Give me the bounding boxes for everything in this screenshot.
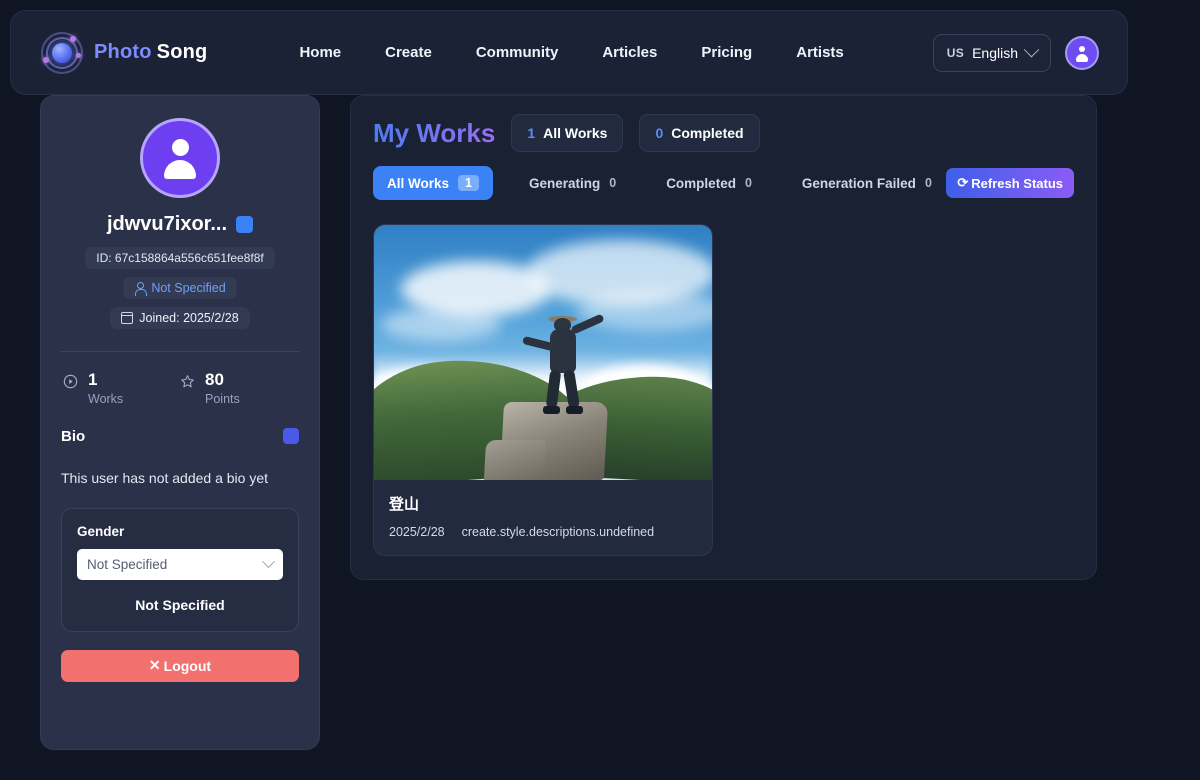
- filter-tab-completed-count: 0: [744, 176, 752, 190]
- brand-name-song: Song: [156, 41, 208, 63]
- close-icon: ✕: [148, 657, 161, 674]
- works-filter-tabs: All Works 1 Generating 0 Completed 0 Gen…: [373, 166, 1074, 200]
- work-card-body: 登山 2025/2/28 create.style.descriptions.u…: [374, 480, 712, 555]
- language-code: US: [946, 45, 965, 60]
- work-card-description: create.style.descriptions.undefined: [461, 525, 655, 539]
- brand-name: Photo Song: [94, 41, 207, 64]
- bio-text: This user has not added a bio yet: [61, 469, 269, 486]
- star-icon: [180, 374, 195, 394]
- stat-pill-all-works-label: All Works: [543, 125, 608, 141]
- my-works-panel: My Works 1 All Works 0 Completed All Wor…: [350, 95, 1097, 580]
- profile-stats: 1 Works 80 Points: [61, 352, 299, 426]
- stat-works: 1 Works: [63, 370, 180, 406]
- filter-tab-all-works[interactable]: All Works 1: [373, 166, 493, 200]
- logout-button[interactable]: ✕ Logout: [61, 649, 299, 682]
- bio-header: Bio: [61, 428, 299, 445]
- joined-chip: Joined: 2025/2/28: [110, 307, 250, 329]
- user-id-badge: ID: 67c158864a556c651fee8f8f: [85, 247, 275, 269]
- gender-select[interactable]: Not Specified: [77, 548, 283, 580]
- stat-pill-completed: 0 Completed: [639, 114, 760, 152]
- chevron-down-icon: [1023, 41, 1040, 58]
- filter-tab-generation-failed[interactable]: Generation Failed 0: [788, 166, 946, 200]
- nav-item-artists[interactable]: Artists: [796, 44, 844, 61]
- gender-select-value: Not Specified: [87, 556, 168, 572]
- nav-item-community[interactable]: Community: [476, 44, 559, 61]
- filter-tab-generation-failed-label: Generation Failed: [801, 175, 916, 191]
- stat-pill-completed-count: 0: [655, 125, 664, 141]
- stat-works-label: Works: [88, 391, 124, 406]
- stat-works-value: 1: [88, 370, 98, 389]
- brand-logo[interactable]: Photo Song: [41, 31, 207, 74]
- top-navigation-bar: Photo Song Home Create Community Articles…: [10, 10, 1128, 95]
- gender-card: Gender Not Specified Not Specified: [61, 507, 299, 632]
- work-card-title: 登山: [389, 496, 420, 513]
- filter-tab-generating-count: 0: [609, 176, 617, 190]
- user-avatar-icon: [160, 137, 200, 179]
- edit-icon[interactable]: [283, 428, 299, 445]
- chevron-down-icon: [262, 554, 275, 568]
- profile-sidebar: jdwvu7ixor... ID: 67c158864a556c651fee8f…: [40, 95, 320, 750]
- gender-label: Gender: [77, 523, 125, 539]
- language-label: English: [972, 44, 1018, 61]
- joined-chip-label: Joined: 2025/2/28: [139, 311, 239, 325]
- stat-points-value: 80: [205, 370, 224, 389]
- work-card-meta: 2025/2/28 create.style.descriptions.unde…: [389, 525, 697, 539]
- filter-tab-generating[interactable]: Generating 0: [515, 166, 630, 200]
- climber-figure: [522, 310, 605, 418]
- app-root: Photo Song Home Create Community Articles…: [0, 0, 1200, 780]
- nav-item-create[interactable]: Create: [385, 44, 432, 61]
- refresh-status-label: Refresh Status: [971, 175, 1063, 191]
- stat-points: 80 Points: [180, 370, 297, 406]
- works-header: My Works 1 All Works 0 Completed: [373, 114, 1074, 152]
- profile-avatar[interactable]: [140, 118, 220, 198]
- refresh-icon: ⟳: [957, 175, 969, 190]
- mountain-summit-photo: [374, 225, 712, 480]
- filter-tab-completed[interactable]: Completed 0: [652, 166, 766, 200]
- filter-tab-completed-label: Completed: [666, 175, 736, 191]
- user-avatar-icon: [1074, 45, 1090, 62]
- page-title: My Works: [373, 117, 496, 148]
- refresh-status-button[interactable]: ⟳ Refresh Status: [946, 168, 1074, 198]
- username: jdwvu7ixor...: [106, 213, 228, 235]
- logout-button-label: Logout: [163, 657, 212, 674]
- filter-tab-generation-failed-count: 0: [924, 176, 932, 190]
- stat-pill-completed-label: Completed: [671, 125, 744, 141]
- edit-icon[interactable]: [236, 216, 254, 233]
- gender-current-value: Not Specified: [135, 596, 225, 613]
- gender-chip-label: Not Specified: [151, 281, 226, 295]
- filter-tab-all-works-label: All Works: [387, 175, 450, 191]
- calendar-icon: [121, 312, 134, 324]
- header-actions: US English: [932, 33, 1099, 72]
- work-card[interactable]: 登山 2025/2/28 create.style.descriptions.u…: [373, 224, 713, 556]
- bio-title: Bio: [61, 427, 86, 445]
- header-avatar-button[interactable]: [1065, 35, 1099, 70]
- stat-pill-all-works-count: 1: [527, 125, 536, 141]
- stat-pill-all-works: 1 All Works: [511, 114, 624, 152]
- orbit-logo-icon: [41, 31, 83, 74]
- filter-tab-all-works-count: 1: [458, 175, 479, 191]
- gender-chip[interactable]: Not Specified: [123, 277, 237, 299]
- username-row: jdwvu7ixor...: [61, 213, 299, 236]
- nav-item-articles[interactable]: Articles: [602, 44, 657, 61]
- person-icon: [134, 282, 147, 296]
- filter-tab-generating-label: Generating: [528, 175, 601, 191]
- language-selector[interactable]: US English: [932, 33, 1051, 72]
- brand-name-photo: Photo: [94, 41, 152, 63]
- play-circle-icon: [63, 374, 78, 394]
- nav-item-pricing[interactable]: Pricing: [701, 44, 752, 61]
- work-card-date: 2025/2/28: [389, 525, 445, 539]
- nav-item-home[interactable]: Home: [299, 44, 341, 61]
- stat-points-label: Points: [205, 391, 240, 406]
- main-nav: Home Create Community Articles Pricing A…: [299, 44, 843, 61]
